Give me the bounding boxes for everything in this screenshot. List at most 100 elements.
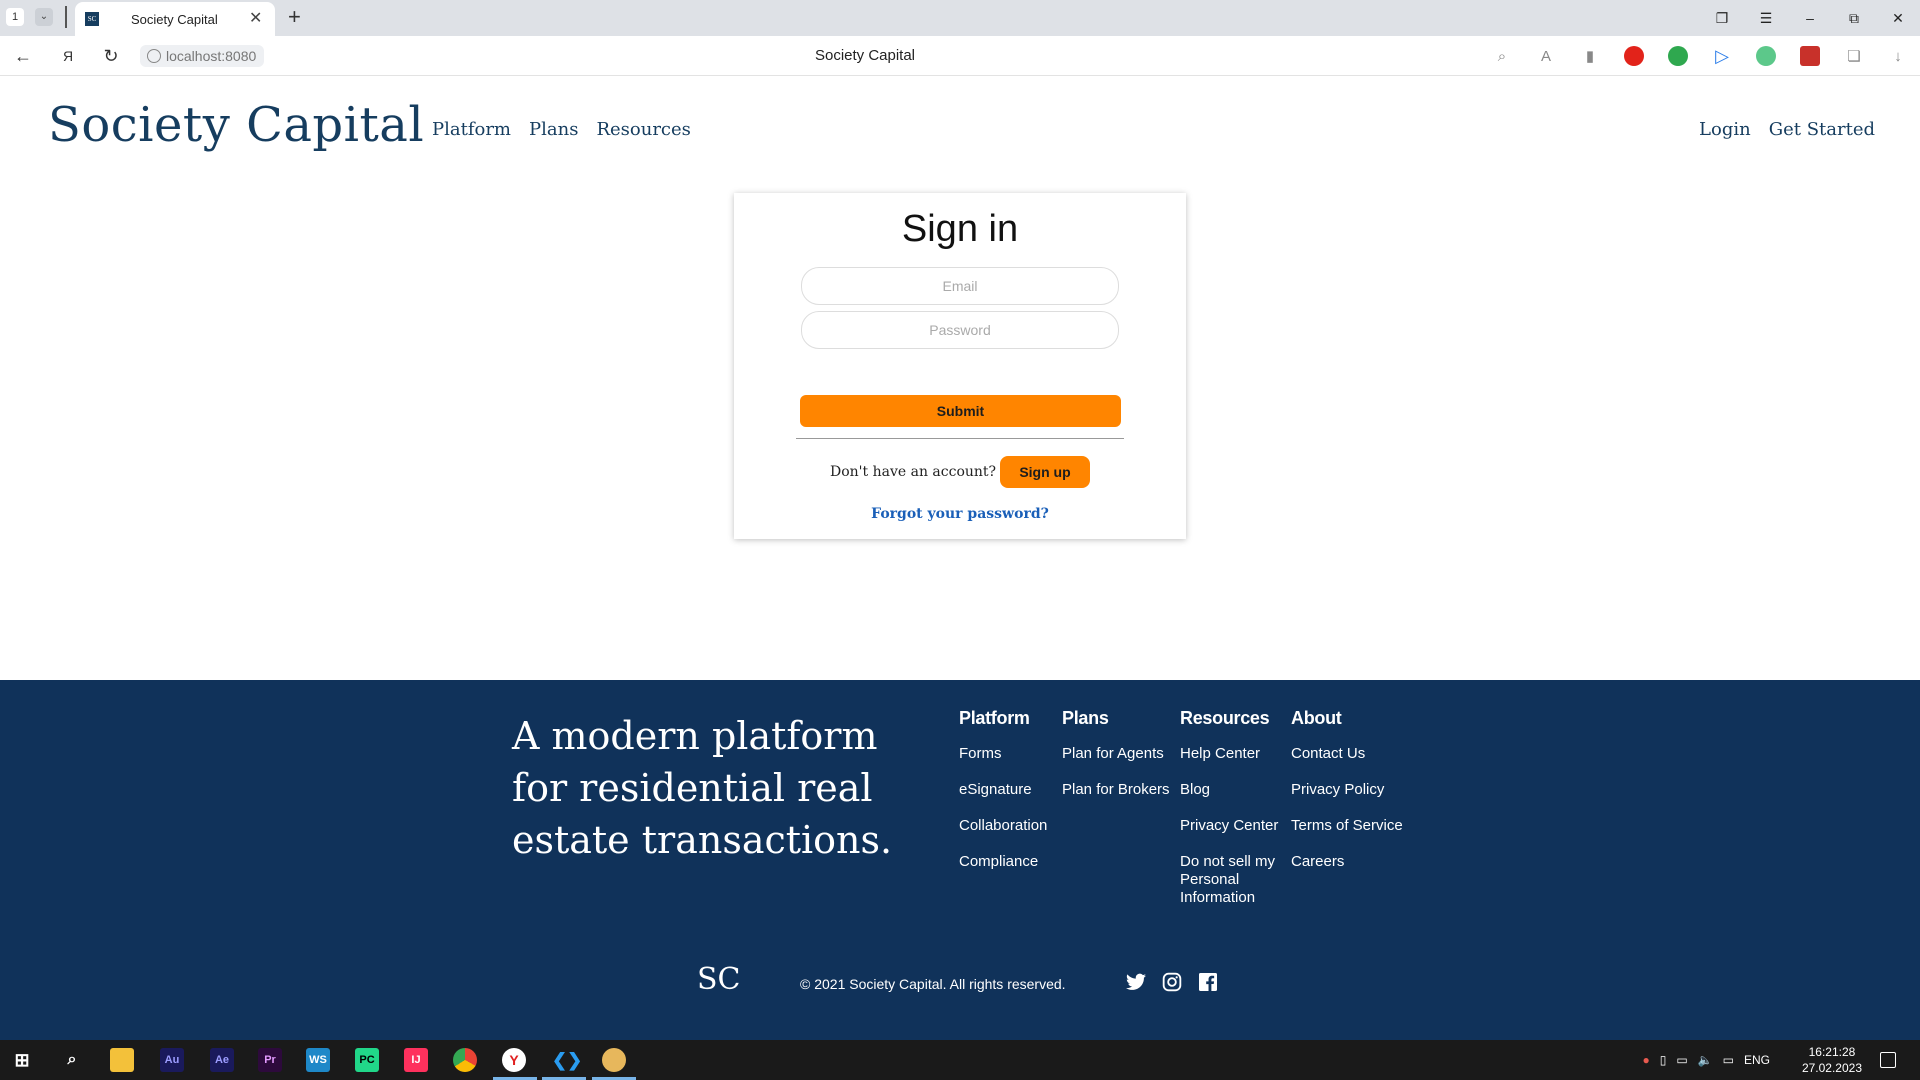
download-icon[interactable]: ↓ (1876, 44, 1920, 68)
main-nav: Platform Plans Resources (432, 119, 691, 140)
address-bar: ← Я ↻ localhost:8080 Society Capital ⌕ A… (0, 36, 1920, 76)
pycharm-icon[interactable]: PC (355, 1048, 379, 1072)
account-nav: Login Get Started (1699, 119, 1875, 140)
bookmark-icon[interactable]: ▮ (1568, 44, 1612, 68)
clock-time: 16:21:28 (1808, 1045, 1856, 1059)
no-account-text: Don't have an account? (830, 464, 997, 480)
file-explorer-icon[interactable] (110, 1048, 134, 1072)
tab-favicon-icon: SC (85, 12, 99, 26)
site-logo[interactable]: Society Capital (48, 97, 424, 153)
nav-plans[interactable]: Plans (529, 119, 578, 140)
footer-link[interactable]: Blog (1180, 781, 1290, 799)
footer-link[interactable]: Plan for Brokers (1062, 781, 1170, 799)
language-indicator[interactable]: ENG (1744, 1053, 1770, 1067)
footer-link[interactable]: Do not sell my Personal Information (1180, 853, 1290, 907)
email-field[interactable] (801, 267, 1119, 305)
browser-tab[interactable]: SC Society Capital ✕ (75, 2, 275, 36)
intellij-icon[interactable]: IJ (404, 1048, 428, 1072)
close-window-icon[interactable]: ✕ (1876, 0, 1920, 36)
menu-icon[interactable]: ☰ (1744, 0, 1788, 36)
login-link[interactable]: Login (1699, 119, 1751, 140)
footer-heading: Plans (1062, 708, 1109, 728)
footer-link[interactable]: Forms (959, 745, 1047, 763)
taskbar-search-icon[interactable]: ⌕ (60, 1048, 84, 1072)
chrome-icon[interactable] (453, 1048, 477, 1072)
vscode-icon[interactable]: ❮❯ (552, 1048, 582, 1072)
taskbar-clock[interactable]: 16:21:28 27.02.2023 (1802, 1044, 1862, 1076)
site-footer: A modern platform for residential real e… (0, 680, 1920, 1040)
new-tab-icon[interactable]: + (288, 4, 301, 30)
footer-link[interactable]: Help Center (1180, 745, 1290, 763)
divider (796, 438, 1124, 439)
site-page: Society Capital Platform Plans Resources… (0, 77, 1920, 1040)
footer-link[interactable]: Contact Us (1291, 745, 1403, 763)
tab-list-dropdown-icon[interactable]: ⌄ (35, 8, 53, 26)
adblock-icon[interactable] (1612, 44, 1656, 68)
notification-center-icon[interactable] (1880, 1052, 1896, 1068)
footer-logo[interactable]: SC (697, 962, 741, 997)
submit-button[interactable]: Submit (800, 395, 1121, 427)
footer-link[interactable]: Terms of Service (1291, 817, 1403, 835)
search-page-icon[interactable]: ⌕ (1480, 44, 1524, 68)
page-title: Society Capital (814, 47, 916, 64)
footer-link[interactable]: Privacy Center (1180, 817, 1290, 835)
tray-app-icon[interactable]: ● (1642, 1053, 1649, 1067)
network-icon[interactable]: ▭ (1723, 1053, 1734, 1067)
copyright-text: © 2021 Society Capital. All rights reser… (800, 976, 1066, 992)
minimize-icon[interactable]: – (1788, 0, 1832, 36)
tab-counter[interactable]: 1 (6, 8, 24, 26)
signin-title: Sign in (901, 208, 1019, 250)
footer-link[interactable]: Privacy Policy (1291, 781, 1403, 799)
password-field[interactable] (801, 311, 1119, 349)
windows-start-icon[interactable]: ⊞ (10, 1048, 34, 1072)
webstorm-icon[interactable]: WS (306, 1048, 330, 1072)
footer-link[interactable]: Careers (1291, 853, 1403, 871)
audition-icon[interactable]: Au (160, 1048, 184, 1072)
clock-date: 27.02.2023 (1801, 1061, 1862, 1075)
restore-icon[interactable]: ⧉ (1832, 0, 1876, 36)
signin-card: Sign in Submit Don't have an account? Si… (734, 193, 1186, 539)
system-tray: ● ▯ ▭ 🔈 ▭ ENG (1642, 1040, 1770, 1080)
footer-heading: Platform (959, 708, 1030, 728)
after-effects-icon[interactable]: Ae (210, 1048, 234, 1072)
signup-button[interactable]: Sign up (1000, 456, 1090, 488)
tab-separator (65, 6, 67, 28)
translate-icon[interactable]: A (1524, 44, 1568, 68)
footer-link[interactable]: Plan for Agents (1062, 745, 1170, 763)
footer-col-plans: Plans Plan for Agents Plan for Brokers (1062, 708, 1170, 817)
collections-panel-icon[interactable]: ❏ (1832, 44, 1876, 68)
footer-link[interactable]: Collaboration (959, 817, 1047, 835)
footer-link[interactable]: eSignature (959, 781, 1047, 799)
volume-icon[interactable]: 🔈 (1698, 1053, 1713, 1067)
tab-title: Society Capital (131, 12, 218, 27)
shield-icon[interactable] (1656, 44, 1700, 68)
play-icon[interactable]: ▷ (1700, 44, 1744, 68)
footer-col-about: About Contact Us Privacy Policy Terms of… (1291, 708, 1403, 889)
forgot-password-link[interactable]: Forgot your password? (734, 506, 1186, 522)
browser-tab-bar: 1 ⌄ SC Society Capital ✕ + ❐ ☰ – ⧉ ✕ (0, 0, 1920, 36)
facebook-icon[interactable] (1197, 971, 1219, 993)
premiere-icon[interactable]: Pr (258, 1048, 282, 1072)
usb-icon[interactable]: ▯ (1660, 1053, 1667, 1067)
footer-link[interactable]: Compliance (959, 853, 1047, 871)
instagram-icon[interactable] (1161, 971, 1183, 993)
site-header: Society Capital Platform Plans Resources… (0, 77, 1920, 177)
yandex-browser-icon[interactable]: Y (502, 1048, 526, 1072)
footer-heading: About (1291, 708, 1342, 728)
get-started-link[interactable]: Get Started (1769, 119, 1875, 140)
paint-icon[interactable] (602, 1048, 626, 1072)
extension-red-icon[interactable] (1788, 44, 1832, 68)
nav-platform[interactable]: Platform (432, 119, 511, 140)
social-links (1125, 971, 1219, 993)
battery-icon[interactable]: ▭ (1676, 1053, 1687, 1067)
footer-heading: Resources (1180, 708, 1270, 728)
nav-resources[interactable]: Resources (596, 119, 690, 140)
footer-col-platform: Platform Forms eSignature Collaboration … (959, 708, 1047, 889)
twitter-icon[interactable] (1125, 971, 1147, 993)
windows-taskbar: ⊞ ⌕ Au Ae Pr WS PC IJ Y ❮❯ ● ▯ ▭ 🔈 ▭ ENG… (0, 1040, 1920, 1080)
footer-col-resources: Resources Help Center Blog Privacy Cente… (1180, 708, 1290, 925)
collections-icon[interactable]: ❐ (1700, 0, 1744, 36)
footer-tagline: A modern platform for residential real e… (512, 714, 893, 862)
tab-close-icon[interactable]: ✕ (249, 8, 262, 28)
vpn-icon[interactable] (1744, 44, 1788, 68)
